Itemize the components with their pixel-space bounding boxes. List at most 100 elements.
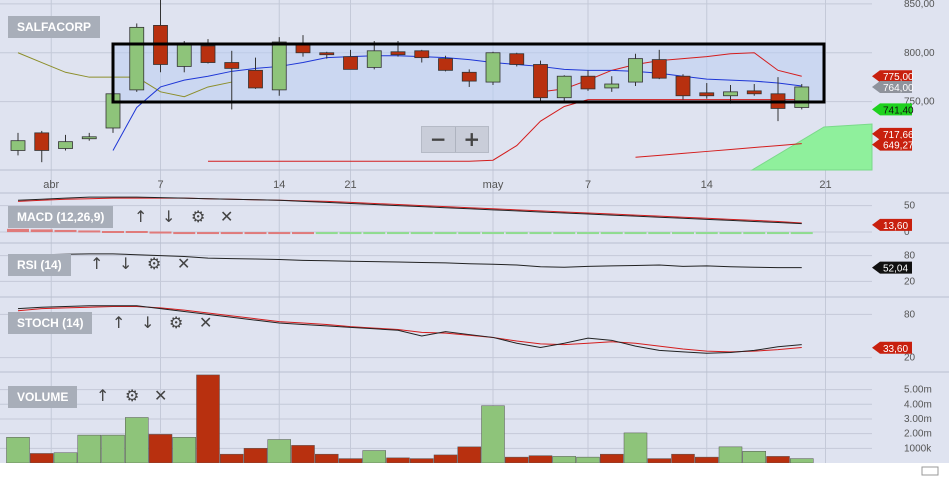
macd-histogram-bar — [719, 232, 742, 235]
volume-bar — [481, 405, 505, 464]
candle-body — [556, 75, 572, 99]
stoch-move-down-icon[interactable]: ↓ — [141, 315, 154, 331]
volume-bar — [338, 458, 363, 464]
macd-histogram-bar — [410, 232, 433, 235]
x-axis-label: abr — [43, 179, 59, 191]
macd-settings-icon[interactable]: ⚙ — [191, 209, 205, 225]
volume-bar — [528, 455, 553, 464]
volume-tick-label: 4.00m — [904, 399, 932, 410]
volume-bar — [647, 458, 671, 464]
volume-move-up-icon[interactable]: ↑ — [96, 388, 109, 404]
volume-bar — [600, 453, 624, 464]
candle-body — [129, 26, 145, 91]
macd-histogram-bar — [78, 230, 101, 233]
macd-histogram-bar — [790, 232, 813, 235]
rsi-tick-label: 20 — [904, 276, 916, 287]
x-axis-label: 21 — [344, 179, 356, 191]
x-axis-label: 7 — [157, 179, 163, 191]
volume-tick-label: 2.00m — [904, 429, 932, 440]
price-tick-label: 800,00 — [904, 48, 935, 59]
x-axis-label: may — [483, 179, 504, 191]
x-axis-label: 14 — [701, 179, 713, 191]
stoch-close-icon[interactable]: ✕ — [199, 315, 212, 331]
macd-histogram-bar — [7, 228, 29, 233]
macd-move-down-icon[interactable]: ↓ — [162, 209, 175, 225]
candle-body — [390, 51, 406, 56]
stoch-move-up-icon[interactable]: ↑ — [112, 315, 125, 331]
volume-bar — [695, 456, 719, 464]
macd-histogram-bar — [244, 232, 267, 235]
volume-bar — [790, 458, 814, 464]
volume-bar — [457, 446, 481, 464]
candle-body — [224, 62, 240, 69]
stoch-settings-icon[interactable]: ⚙ — [169, 315, 183, 331]
volume-bar — [766, 456, 790, 464]
candle-body — [81, 136, 97, 140]
macd-histogram-bar — [458, 232, 481, 235]
rsi-badge-label: 52,04 — [883, 264, 908, 275]
zoom-controls: − + — [421, 126, 489, 153]
macd-histogram-bar — [315, 232, 338, 235]
volume-bar — [220, 453, 244, 464]
candle-body — [248, 69, 263, 89]
macd-close-icon[interactable]: ✕ — [220, 209, 233, 225]
candle-body — [366, 50, 382, 68]
volume-bar — [53, 452, 78, 464]
scroll-handle — [921, 466, 939, 476]
macd-histogram-bar — [600, 232, 623, 235]
stock-chart[interactable]: 850,00800,00750,00775,00764,00741,40717,… — [0, 0, 949, 477]
macd-histogram-bar — [577, 232, 599, 235]
candle-body — [461, 71, 477, 82]
candle-body — [271, 41, 287, 91]
candle-body — [699, 92, 715, 97]
candle-body — [675, 75, 691, 97]
candle-body — [10, 140, 26, 151]
macd-histogram-bar — [695, 232, 718, 235]
macd-histogram-bar — [505, 232, 528, 235]
rsi-tick-label: 80 — [904, 251, 916, 262]
volume-bar — [315, 453, 339, 464]
price-badge-label: 764,00 — [883, 83, 914, 94]
macd-histogram-bar — [529, 232, 552, 235]
candle-body — [58, 141, 73, 149]
candle-body — [34, 132, 50, 151]
volume-bar — [77, 434, 101, 464]
rsi-move-down-icon[interactable]: ↓ — [119, 256, 132, 272]
volume-bar — [6, 437, 30, 464]
volume-bar — [505, 456, 529, 464]
volume-settings-icon[interactable]: ⚙ — [125, 388, 139, 404]
x-axis-label: 7 — [585, 179, 591, 191]
volume-close-icon[interactable]: ✕ — [154, 388, 167, 404]
macd-histogram-bar — [125, 231, 148, 233]
volume-bar — [386, 457, 410, 464]
rsi-settings-icon[interactable]: ⚙ — [147, 256, 161, 272]
macd-histogram-bar — [220, 232, 243, 235]
candle-body — [533, 64, 548, 99]
volume-bar — [30, 453, 54, 464]
candle-body — [651, 59, 667, 79]
macd-histogram-bar — [363, 232, 386, 235]
rsi-close-icon[interactable]: ✕ — [177, 256, 190, 272]
macd-move-up-icon[interactable]: ↑ — [134, 209, 147, 225]
candle-body — [176, 42, 192, 67]
candle-body — [485, 52, 501, 83]
volume-label: VOLUME — [8, 386, 78, 408]
zoom-out-button[interactable]: − — [422, 127, 456, 152]
volume-tick-label: 1000k — [904, 443, 932, 454]
rsi-move-up-icon[interactable]: ↑ — [90, 256, 103, 272]
x-axis-label: 14 — [273, 179, 285, 191]
volume-bar — [101, 434, 125, 464]
macd-badge-label: 13,60 — [883, 221, 908, 232]
volume-bar — [267, 439, 291, 464]
symbol-label: SALFACORP — [8, 16, 101, 38]
macd-histogram-bar — [767, 232, 789, 235]
volume-bar — [576, 456, 600, 464]
candle-body — [343, 56, 358, 70]
macd-histogram-bar — [648, 232, 671, 235]
macd-histogram-bar — [149, 231, 172, 234]
macd-histogram-bar — [672, 232, 694, 235]
candle-body — [438, 58, 453, 71]
price-tick-label: 850,00 — [904, 0, 935, 10]
macd-histogram-bar — [173, 232, 196, 235]
zoom-in-button[interactable]: + — [456, 127, 489, 152]
